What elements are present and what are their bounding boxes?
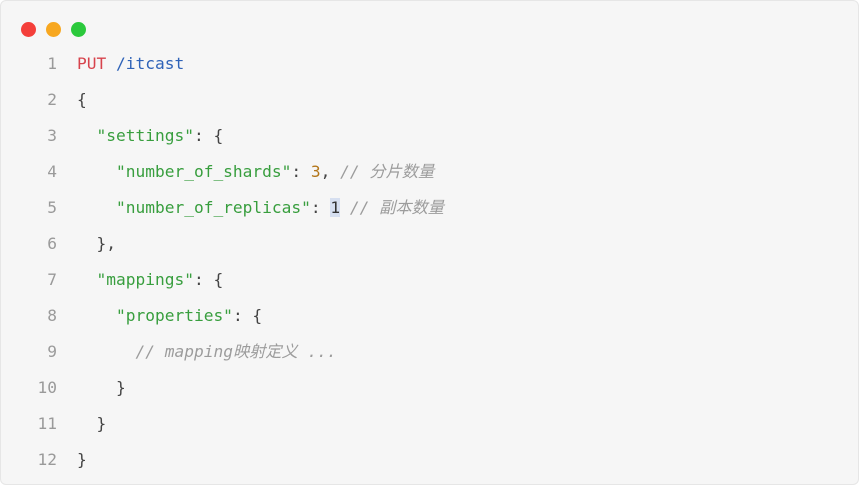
number-literal: 3 bbox=[310, 162, 321, 181]
selected-number-literal: 1 bbox=[330, 198, 341, 217]
punctuation: } bbox=[77, 450, 87, 469]
punctuation: }, bbox=[96, 234, 117, 253]
code-line: 1 PUT /itcast bbox=[1, 46, 858, 82]
code-line: 4 "number_of_shards": 3, // 分片数量 bbox=[1, 154, 858, 190]
code-line: 9 // mapping映射定义 ... bbox=[1, 334, 858, 370]
code-comment: // 副本数量 bbox=[349, 198, 444, 217]
line-number: 8 bbox=[47, 306, 57, 325]
code-line: 10 } bbox=[1, 370, 858, 406]
http-method-keyword: PUT bbox=[77, 54, 107, 73]
line-number: 5 bbox=[47, 198, 57, 217]
minimize-button[interactable] bbox=[46, 22, 61, 37]
maximize-button[interactable] bbox=[71, 22, 86, 37]
code-block[interactable]: 1 PUT /itcast 2{3 "settings": {4 "number_o… bbox=[1, 46, 858, 478]
punctuation: } bbox=[115, 378, 126, 397]
line-content: } bbox=[77, 406, 107, 442]
punctuation: : bbox=[291, 162, 311, 181]
line-number: 2 bbox=[47, 90, 57, 109]
json-key-string: "mappings" bbox=[96, 270, 194, 289]
code-line: 8 "properties": { bbox=[1, 298, 858, 334]
json-key-string: "number_of_shards" bbox=[115, 162, 292, 181]
code-line: 2{ bbox=[1, 82, 858, 118]
json-key-string: "number_of_replicas" bbox=[115, 198, 311, 217]
line-content: // mapping映射定义 ... bbox=[77, 334, 337, 370]
line-content: PUT /itcast bbox=[77, 46, 184, 82]
punctuation: { bbox=[77, 90, 87, 109]
punctuation: , bbox=[320, 162, 341, 181]
code-window: 1 PUT /itcast 2{3 "settings": {4 "number_o… bbox=[0, 0, 859, 485]
punctuation: } bbox=[96, 414, 107, 433]
close-button[interactable] bbox=[21, 22, 36, 37]
punctuation bbox=[340, 198, 350, 217]
punctuation: : { bbox=[193, 270, 224, 289]
line-content: { bbox=[77, 82, 87, 118]
json-key-string: "settings" bbox=[96, 126, 194, 145]
line-number: 4 bbox=[47, 162, 57, 181]
punctuation: : { bbox=[232, 306, 263, 325]
line-content: "number_of_replicas": 1 // 副本数量 bbox=[77, 190, 444, 226]
line-number: 6 bbox=[47, 234, 57, 253]
line-number: 1 bbox=[47, 54, 57, 73]
line-content: "mappings": { bbox=[77, 262, 224, 298]
line-number: 9 bbox=[47, 342, 57, 361]
code-line: 11 } bbox=[1, 406, 858, 442]
line-content: "number_of_shards": 3, // 分片数量 bbox=[77, 154, 434, 190]
line-content: }, bbox=[77, 226, 117, 262]
line-content: "settings": { bbox=[77, 118, 224, 154]
code-line: 5 "number_of_replicas": 1 // 副本数量 bbox=[1, 190, 858, 226]
punctuation: : bbox=[310, 198, 331, 217]
line-number: 7 bbox=[47, 270, 57, 289]
code-comment: // 分片数量 bbox=[340, 162, 435, 181]
punctuation: : { bbox=[193, 126, 224, 145]
line-content: "properties": { bbox=[77, 298, 262, 334]
line-content: } bbox=[77, 442, 87, 478]
code-line: 12} bbox=[1, 442, 858, 478]
code-line: 3 "settings": { bbox=[1, 118, 858, 154]
code-line: 7 "mappings": { bbox=[1, 262, 858, 298]
line-number: 3 bbox=[47, 126, 57, 145]
code-line: 6 }, bbox=[1, 226, 858, 262]
request-path: /itcast bbox=[116, 54, 185, 73]
line-number: 10 bbox=[37, 378, 58, 397]
line-number: 11 bbox=[37, 414, 58, 433]
json-key-string: "properties" bbox=[115, 306, 233, 325]
line-content: } bbox=[77, 370, 126, 406]
line-number: 12 bbox=[37, 450, 58, 469]
code-comment: // mapping映射定义 ... bbox=[135, 342, 337, 361]
